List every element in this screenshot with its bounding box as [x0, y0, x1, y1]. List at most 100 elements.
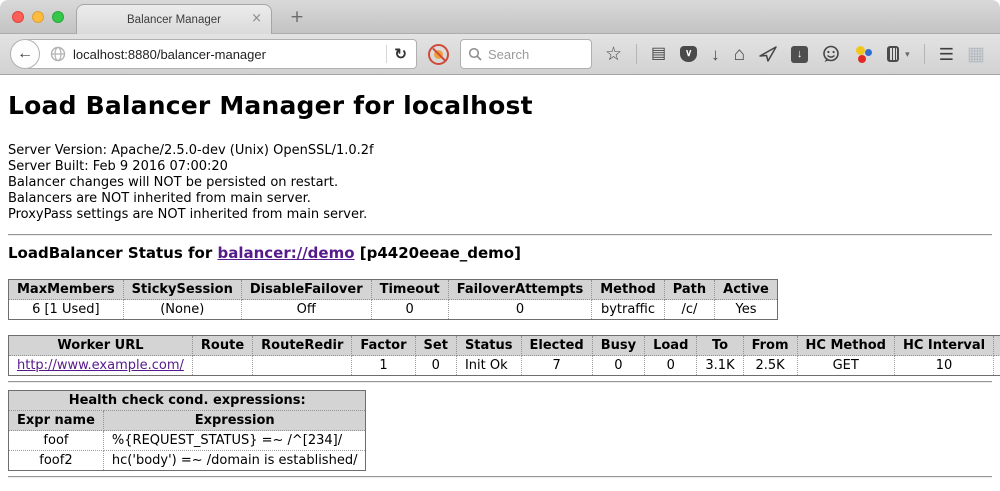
heading-suffix: [p4420eeae_demo] [355, 244, 521, 262]
menu-icon[interactable]: ☰ [939, 46, 953, 63]
col-hc-interval: HC Interval [894, 336, 993, 356]
tab-groups-icon[interactable]: ▦ [967, 45, 985, 64]
cell-timeout: 0 [371, 300, 448, 320]
new-tab-button[interactable]: + [286, 7, 308, 27]
cell-expr-name: foof [9, 431, 104, 451]
section-divider [8, 234, 992, 236]
balancer-settings-table: MaxMembers StickySession DisableFailover… [8, 279, 778, 320]
cell-disablefailover: Off [241, 300, 371, 320]
search-bar[interactable] [460, 39, 592, 69]
balancer-demo-link[interactable]: balancer://demo [217, 244, 354, 262]
window-controls [12, 11, 64, 23]
page-content: Load Balancer Manager for localhost Serv… [0, 91, 1000, 478]
minimize-window-button[interactable] [32, 11, 44, 23]
urlbar-divider [386, 45, 387, 63]
cell-factor: 1 [352, 356, 415, 376]
browser-window: Balancer Manager × + ← localhost:8880/ba… [0, 0, 1000, 491]
health-check-table: Health check cond. expressions: Expr nam… [8, 390, 366, 471]
fullscreen-window-button[interactable] [52, 11, 64, 23]
col-stickysession: StickySession [123, 280, 241, 300]
col-worker-url: Worker URL [9, 336, 193, 356]
worker-url-link[interactable]: http://www.example.com/ [17, 358, 184, 373]
cell-stickysession: (None) [123, 300, 241, 320]
cell-hc-method: GET [797, 356, 894, 376]
cell-expression: %{REQUEST_STATUS} =~ /^[234]/ [103, 431, 366, 451]
cell-failoverattempts: 0 [448, 300, 592, 320]
col-expr-name: Expr name [9, 411, 104, 431]
table-title-row: Health check cond. expressions: [9, 391, 366, 411]
site-identity-globe-icon[interactable] [50, 46, 66, 62]
cell-expression: hc('body') =~ /domain is established/ [103, 451, 366, 471]
back-button[interactable]: ← [10, 39, 40, 69]
close-window-button[interactable] [12, 11, 24, 23]
cell-routeredir [253, 356, 352, 376]
col-route: Route [192, 336, 252, 356]
table-row: http://www.example.com/ 1 0 Init Ok 7 0 … [9, 356, 1000, 376]
table-row: foof %{REQUEST_STATUS} =~ /^[234]/ [9, 431, 366, 451]
page-title: Load Balancer Manager for localhost [8, 91, 992, 121]
tab-title: Balancer Manager [127, 14, 221, 26]
col-from: From [743, 336, 797, 356]
inherit-notice-line: Balancers are NOT inherited from main se… [8, 191, 992, 207]
cell-load: 0 [645, 356, 697, 376]
close-tab-icon[interactable]: × [251, 11, 262, 26]
col-set: Set [415, 336, 456, 356]
table-header-row: Expr name Expression [9, 411, 366, 431]
server-version-line: Server Version: Apache/2.5.0-dev (Unix) … [8, 143, 992, 159]
search-input[interactable] [488, 47, 584, 62]
col-active: Active [715, 280, 778, 300]
section-divider [8, 381, 992, 383]
col-routeredir: RouteRedir [253, 336, 352, 356]
col-elected: Elected [521, 336, 592, 356]
cell-status: Init Ok [456, 356, 521, 376]
health-table-title: Health check cond. expressions: [9, 391, 366, 411]
cell-worker-url: http://www.example.com/ [9, 356, 193, 376]
paper-plane-icon[interactable] [759, 46, 777, 62]
blocked-content-icon[interactable] [428, 44, 449, 65]
toolbar-divider [636, 44, 637, 64]
bookmark-star-icon[interactable]: ☆ [605, 45, 622, 64]
col-load: Load [645, 336, 697, 356]
search-icon [468, 47, 482, 61]
cell-set: 0 [415, 356, 456, 376]
col-passes: Passes [994, 336, 1000, 356]
download-extension-icon[interactable]: ↓ [791, 46, 808, 63]
balancer-status-heading: LoadBalancer Status for balancer://demo … [8, 244, 992, 262]
cell-to: 3.1K [697, 356, 743, 376]
table-row: 6 [1 Used] (None) Off 0 0 bytraffic /c/ … [9, 300, 778, 320]
proxypass-notice-line: ProxyPass settings are NOT inherited fro… [8, 207, 992, 223]
cell-hc-interval: 10 [894, 356, 993, 376]
server-info: Server Version: Apache/2.5.0-dev (Unix) … [8, 143, 992, 223]
col-busy: Busy [592, 336, 644, 356]
reload-icon[interactable]: ↻ [394, 45, 410, 63]
url-input[interactable]: localhost:8880/balancer-manager [73, 47, 379, 62]
video-downloadhelper-icon[interactable] [854, 45, 873, 63]
col-to: To [697, 336, 743, 356]
toolbar-buttons: ☆ ▤ ∨ ↓ ⌂ ↓ ▾ ☰ ▦ [605, 44, 985, 64]
dropdown-caret-icon[interactable]: ▾ [905, 50, 910, 59]
worker-status-table: Worker URL Route RouteRedir Factor Set S… [8, 335, 1000, 376]
back-arrow-icon: ← [17, 45, 33, 63]
cell-active: Yes [715, 300, 778, 320]
toolbar-divider [924, 44, 925, 64]
downloads-icon[interactable]: ↓ [711, 46, 720, 63]
table-header-row: MaxMembers StickySession DisableFailover… [9, 280, 778, 300]
url-bar[interactable]: localhost:8880/balancer-manager ↻ [25, 39, 417, 69]
cell-busy: 0 [592, 356, 644, 376]
cell-method: bytraffic [592, 300, 664, 320]
pocket-icon[interactable]: ∨ [680, 46, 697, 62]
col-timeout: Timeout [371, 280, 448, 300]
cell-elected: 7 [521, 356, 592, 376]
home-icon[interactable]: ⌂ [734, 45, 745, 64]
reading-list-icon[interactable]: ▤ [651, 46, 666, 62]
browser-tab[interactable]: Balancer Manager × [76, 4, 272, 34]
table-header-row: Worker URL Route RouteRedir Factor Set S… [9, 336, 1000, 356]
chat-smiley-icon[interactable] [822, 45, 840, 63]
col-method: Method [592, 280, 664, 300]
cell-path: /c/ [664, 300, 714, 320]
cell-maxmembers: 6 [1 Used] [9, 300, 124, 320]
heading-prefix: LoadBalancer Status for [8, 244, 217, 262]
navigation-toolbar: ← localhost:8880/balancer-manager ↻ [0, 34, 1000, 75]
col-path: Path [664, 280, 714, 300]
container-extension-icon[interactable] [887, 46, 899, 62]
